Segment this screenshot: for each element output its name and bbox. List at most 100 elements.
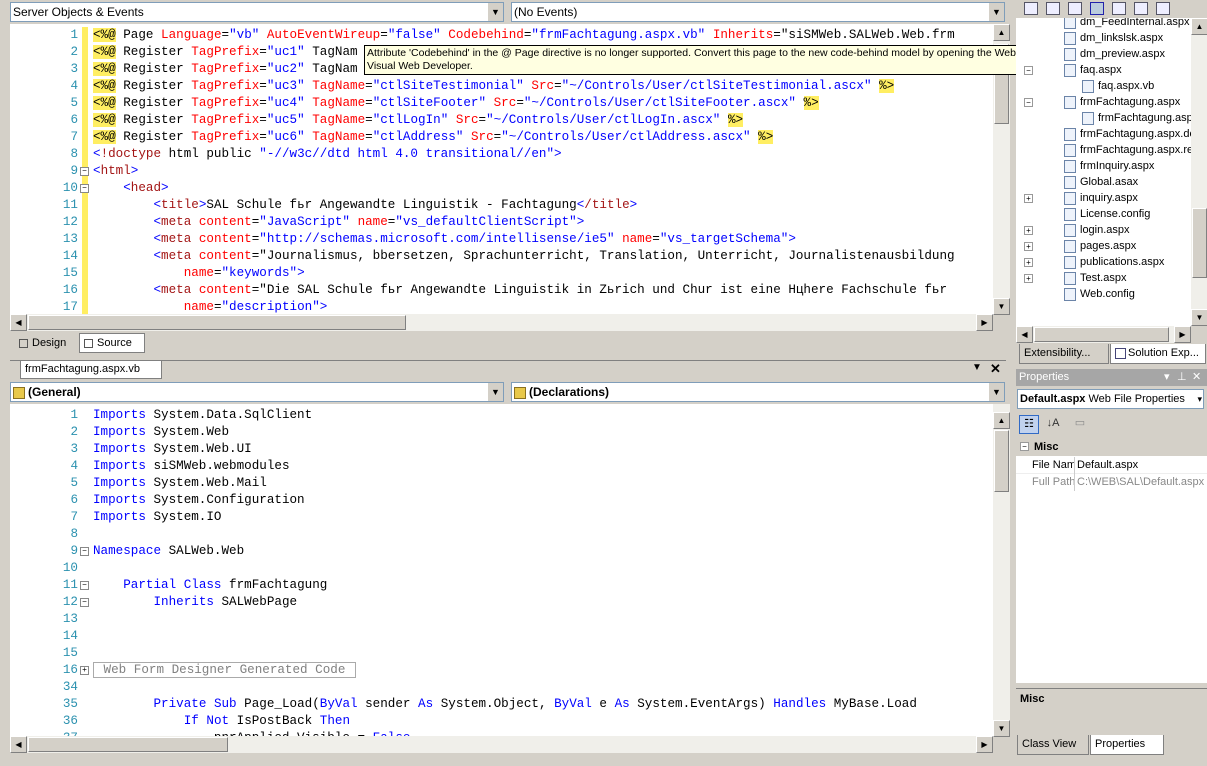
solution-item[interactable]: dm_preview.aspx	[1064, 46, 1165, 62]
code-line[interactable]: 1 Imports System.Data.SqlClient	[10, 407, 993, 424]
code-line[interactable]: 5 Imports System.Web.Mail	[10, 475, 993, 492]
code-line[interactable]: 9 Namespace SALWeb.Web −	[10, 543, 993, 560]
code-line[interactable]: 3 Imports System.Web.UI	[10, 441, 993, 458]
code-line[interactable]: 12 <meta content="JavaScript" name="vs_d…	[10, 214, 993, 231]
show-all-files-icon[interactable]	[1046, 2, 1060, 15]
scroll-thumb[interactable]	[994, 430, 1009, 492]
collapse-icon[interactable]: −	[1024, 66, 1033, 75]
solution-item[interactable]: faq.aspx.vb	[1082, 78, 1154, 94]
outline-toggle-icon[interactable]: −	[80, 184, 89, 193]
category-misc[interactable]: − Misc	[1016, 438, 1207, 456]
tab-class-view[interactable]: Class View	[1017, 735, 1089, 755]
outline-toggle-icon[interactable]: −	[80, 598, 89, 607]
doc-tab-frmfachtagung-vb[interactable]: frmFachtagung.aspx.vb	[20, 361, 162, 379]
prop-row-full-path[interactable]: Full Path C:\WEB\SAL\Default.aspx	[1016, 474, 1207, 491]
prop-row-file-name[interactable]: File Nam Default.aspx	[1016, 457, 1207, 474]
tree-vscroll[interactable]: ▲ ▼	[1191, 18, 1207, 326]
property-grid[interactable]: − Misc File Nam Default.aspx Full Path C:\W…	[1016, 438, 1207, 683]
view-code-icon[interactable]	[1112, 2, 1126, 15]
code-line[interactable]: 15	[10, 645, 993, 662]
code-line[interactable]: 13	[10, 611, 993, 628]
solution-item[interactable]: frmFachtagung.aspx.resx	[1064, 142, 1191, 158]
scroll-left-icon[interactable]: ◀	[10, 736, 27, 753]
top-editor-hscroll[interactable]: ◀ ▶	[10, 314, 993, 331]
alphabetical-icon[interactable]: ↓A	[1043, 415, 1063, 434]
bottom-editor-vscroll[interactable]: ▲ ▼	[993, 404, 1010, 737]
solution-item[interactable]: faq.aspx	[1064, 62, 1122, 78]
solution-item[interactable]: frmInquiry.aspx	[1064, 158, 1154, 174]
code-line[interactable]: 16 Web Form Designer Generated Code +	[10, 662, 993, 679]
code-line[interactable]: 17 name="description">	[10, 299, 993, 315]
scroll-left-icon[interactable]: ◀	[10, 314, 27, 331]
solution-item[interactable]: dm_linkslsk.aspx	[1064, 30, 1163, 46]
solution-item[interactable]: Test.aspx	[1064, 270, 1126, 286]
code-line[interactable]: 16 <meta content="Die SAL Schule fьr Ang…	[10, 282, 993, 299]
expand-icon[interactable]: +	[1024, 194, 1033, 203]
code-line[interactable]: 1 <%@ Page Language="vb" AutoEventWireup=…	[10, 27, 993, 44]
collapse-icon[interactable]: −	[1020, 442, 1029, 451]
solution-item[interactable]: inquiry.aspx	[1064, 190, 1138, 206]
properties-icon[interactable]	[1024, 2, 1038, 15]
code-line[interactable]: 14	[10, 628, 993, 645]
scroll-right-icon[interactable]: ▶	[976, 314, 993, 331]
scroll-up-icon[interactable]: ▲	[993, 412, 1010, 429]
solution-item[interactable]: frmFachtagung.aspx.vb	[1082, 110, 1191, 126]
categorized-icon[interactable]: ☷	[1019, 415, 1039, 434]
scroll-right-icon[interactable]: ▶	[1174, 326, 1191, 343]
hscroll-thumb[interactable]	[28, 315, 406, 330]
code-line[interactable]: 15 name="keywords">	[10, 265, 993, 282]
expand-icon[interactable]: +	[1024, 226, 1033, 235]
code-line[interactable]: 34	[10, 679, 993, 696]
outline-toggle-icon[interactable]: +	[80, 666, 89, 675]
property-pages-icon[interactable]: ▭	[1070, 415, 1090, 434]
tab-solution-explorer[interactable]: Solution Exp...	[1110, 344, 1206, 364]
refresh-icon[interactable]	[1068, 2, 1082, 15]
general-combo[interactable]: (General) ▼	[10, 382, 504, 402]
collapse-icon[interactable]: −	[1024, 98, 1033, 107]
code-line[interactable]: 8	[10, 526, 993, 543]
expand-icon[interactable]: +	[1024, 242, 1033, 251]
code-line[interactable]: 2 Imports System.Web	[10, 424, 993, 441]
code-line[interactable]: 4 Imports siSMWeb.webmodules	[10, 458, 993, 475]
copy-website-icon[interactable]	[1156, 2, 1170, 15]
tree-hscroll[interactable]: ◀ ▶	[1016, 326, 1191, 343]
expand-icon[interactable]: +	[1024, 258, 1033, 267]
code-line[interactable]: 8 <!doctype html public "-//w3c//dtd html…	[10, 146, 993, 163]
bottom-editor-hscroll[interactable]: ◀ ▶	[10, 736, 993, 753]
hscroll-thumb[interactable]	[28, 737, 228, 752]
outline-toggle-icon[interactable]: −	[80, 547, 89, 556]
solution-item[interactable]: dm_FeedInternal.aspx	[1064, 18, 1189, 30]
outline-toggle-icon[interactable]: −	[80, 581, 89, 590]
pin-icon[interactable]: ⊥	[1177, 369, 1187, 386]
close-icon[interactable]: ✕	[1192, 369, 1201, 386]
code-line[interactable]: 11 <title>SAL Schule fьr Angewandte Ling…	[10, 197, 993, 214]
view-designer-icon[interactable]	[1134, 2, 1148, 15]
server-objects-combo[interactable]: Server Objects & Events ▼	[10, 2, 504, 22]
solution-item[interactable]: pages.aspx	[1064, 238, 1136, 254]
code-line[interactable]: 10 <head> −	[10, 180, 993, 197]
code-line[interactable]: 4 <%@ Register TagPrefix="uc3" TagName="c…	[10, 78, 993, 95]
close-doc-icon[interactable]: ✕	[990, 361, 1001, 377]
declarations-combo[interactable]: (Declarations) ▼	[511, 382, 1005, 402]
code-line[interactable]: 7 <%@ Register TagPrefix="uc6" TagName="c…	[10, 129, 993, 146]
code-line[interactable]: 14 <meta content="Journalismus, bbersetz…	[10, 248, 993, 265]
scroll-down-icon[interactable]: ▼	[1191, 309, 1207, 326]
outline-toggle-icon[interactable]: −	[80, 167, 89, 176]
solution-item[interactable]: frmFachtagung.aspx	[1064, 94, 1180, 110]
nest-files-icon[interactable]	[1090, 2, 1104, 15]
solution-item[interactable]: Web.config	[1064, 286, 1135, 302]
code-line[interactable]: 6 Imports System.Configuration	[10, 492, 993, 509]
scroll-down-icon[interactable]: ▼	[993, 298, 1010, 315]
scroll-up-icon[interactable]: ▲	[1191, 18, 1207, 35]
solution-item[interactable]: login.aspx	[1064, 222, 1130, 238]
code-line[interactable]: 7 Imports System.IO	[10, 509, 993, 526]
tab-extensibility[interactable]: Extensibility...	[1019, 344, 1109, 364]
code-line[interactable]: 6 <%@ Register TagPrefix="uc5" TagName="c…	[10, 112, 993, 129]
code-line[interactable]: 13 <meta content="http://schemas.microso…	[10, 231, 993, 248]
solution-item[interactable]: publications.aspx	[1064, 254, 1164, 270]
scroll-up-icon[interactable]: ▲	[993, 24, 1010, 41]
code-line[interactable]: 35 Private Sub Page_Load(ByVal sender As…	[10, 696, 993, 713]
solution-item[interactable]: Global.asax	[1064, 174, 1138, 190]
design-tab[interactable]: Design	[14, 333, 74, 353]
code-line[interactable]: 36 If Not IsPostBack Then	[10, 713, 993, 730]
